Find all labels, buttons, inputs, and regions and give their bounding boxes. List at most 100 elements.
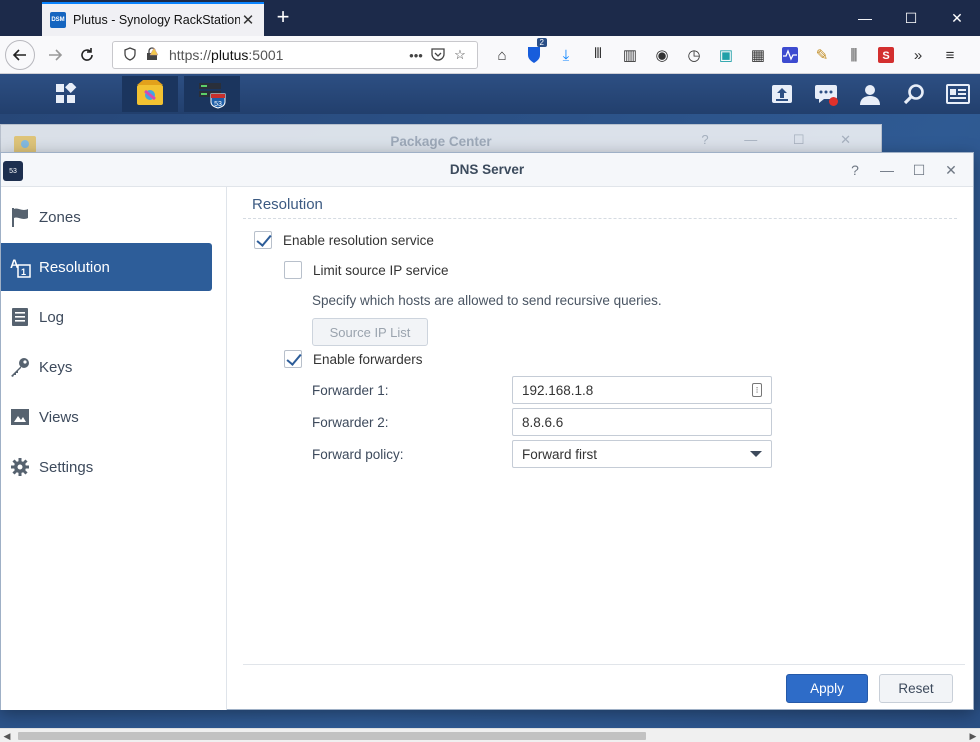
forwarder1-input[interactable]: 192.168.1.8 ⁝	[512, 376, 772, 404]
fence-extension-icon[interactable]: ⫼	[838, 42, 870, 68]
maximize-button[interactable]: ☐	[903, 157, 935, 183]
edit-extension-icon[interactable]: ✎	[806, 42, 838, 68]
sidebar-item-views[interactable]: Views	[1, 393, 212, 441]
dns-window-header[interactable]: 53 DNS Server ? — ☐ ✕	[1, 153, 973, 187]
tab-close-icon[interactable]: ✕	[240, 11, 256, 29]
sidebar-item-settings[interactable]: Settings	[1, 443, 212, 491]
resolution-icon: A1	[9, 256, 31, 278]
chevron-down-icon[interactable]	[750, 451, 762, 457]
browser-tab-strip: DSM Plutus - Synology RackStation ✕ + — …	[0, 0, 980, 36]
forward-policy-select[interactable]: Forward first	[512, 440, 772, 468]
apply-button[interactable]: Apply	[786, 674, 868, 703]
views-icon	[9, 406, 31, 428]
url-bar[interactable]: https://plutus:5001 ••• ☆	[112, 41, 478, 69]
source-ip-list-button[interactable]: Source IP List	[312, 318, 428, 346]
log-icon	[9, 306, 31, 328]
forward-button[interactable]	[40, 40, 70, 70]
downloads-icon[interactable]: ⤓	[550, 42, 582, 68]
home-icon[interactable]: ⌂	[486, 42, 518, 68]
bookmark-star-icon[interactable]: ☆	[449, 47, 471, 63]
s-extension-icon[interactable]: S	[870, 42, 902, 68]
scroll-right-icon[interactable]: ▶	[966, 729, 980, 742]
main-menu-button[interactable]	[28, 76, 104, 112]
package-center-taskbar-button[interactable]	[122, 76, 178, 112]
help-button[interactable]: ?	[839, 157, 871, 183]
new-tab-button[interactable]: +	[272, 6, 294, 28]
notification-icon[interactable]	[804, 76, 848, 112]
dsm-taskbar: 53	[0, 74, 980, 114]
dsm-favicon-icon: DSM	[50, 12, 66, 28]
enable-forwarders-checkbox[interactable]	[284, 350, 302, 368]
enable-forwarders-label: Enable forwarders	[313, 351, 423, 367]
back-button[interactable]	[5, 40, 35, 70]
dsm-system-tray	[760, 76, 980, 112]
svg-text:S: S	[882, 50, 889, 62]
scroll-left-icon[interactable]: ◀	[0, 729, 14, 742]
sidebar-item-log[interactable]: Log	[1, 293, 212, 341]
sidebar-item-label: Log	[39, 308, 65, 326]
hamburger-menu-icon[interactable]: ≡	[934, 42, 966, 68]
save-extension-icon[interactable]: ▣	[710, 42, 742, 68]
forwarder2-input[interactable]: 8.8.6.6	[512, 408, 772, 436]
library-icon[interactable]: 𝍫	[582, 42, 614, 68]
window-maximize-button[interactable]: ☐	[888, 0, 934, 36]
forwarder1-label: Forwarder 1:	[312, 383, 389, 398]
window-close-button[interactable]: ✕	[934, 0, 980, 36]
history-icon[interactable]: ◷	[678, 42, 710, 68]
back-arrow-icon	[12, 49, 26, 61]
widgets-icon[interactable]	[936, 76, 980, 112]
forwarder2-label: Forwarder 2:	[312, 415, 389, 430]
minimize-button[interactable]: —	[871, 157, 903, 183]
apps-extension-icon[interactable]: ▦	[742, 42, 774, 68]
section-title: Resolution	[252, 196, 323, 213]
shield-icon[interactable]	[119, 46, 141, 64]
enable-forwarders-row[interactable]: Enable forwarders	[284, 350, 423, 368]
upload-queue-icon[interactable]	[760, 76, 804, 112]
reset-button[interactable]: Reset	[879, 674, 953, 703]
package-center-controls[interactable]: ? — ☐ ✕	[701, 132, 867, 148]
enable-resolution-checkbox[interactable]	[254, 231, 272, 249]
flag-icon	[9, 206, 31, 228]
limit-source-ip-row[interactable]: Limit source IP service	[284, 261, 449, 279]
search-icon[interactable]	[892, 76, 936, 112]
page-actions-icon[interactable]: •••	[405, 48, 427, 63]
horizontal-scrollbar[interactable]: ◀ ▶	[0, 728, 980, 742]
window-minimize-button[interactable]: —	[842, 0, 888, 36]
browser-tab[interactable]: DSM Plutus - Synology RackStation ✕	[42, 2, 264, 36]
pocket-icon[interactable]	[427, 47, 449, 64]
overflow-chevron-icon[interactable]: »	[902, 42, 934, 68]
gear-icon	[9, 456, 31, 478]
package-center-icon	[137, 80, 163, 105]
recursive-query-description: Specify which hosts are allowed to send …	[312, 293, 662, 308]
sidebar-item-label: Zones	[39, 208, 81, 226]
footer-divider	[243, 664, 965, 665]
svg-text:53: 53	[214, 101, 222, 108]
bitwarden-extension-icon[interactable]: 2	[518, 38, 550, 68]
sidebar-item-zones[interactable]: Zones	[1, 193, 212, 241]
reload-button[interactable]	[72, 40, 102, 70]
dns-server-taskbar-button[interactable]: 53	[184, 76, 240, 112]
close-button[interactable]: ✕	[935, 157, 967, 183]
sidebar-item-keys[interactable]: Keys	[1, 343, 212, 391]
account-icon[interactable]: ◉	[646, 42, 678, 68]
password-manager-icon[interactable]: ⁝	[752, 383, 762, 397]
sidebar-item-label: Resolution	[39, 258, 110, 276]
scrollbar-thumb[interactable]	[18, 732, 646, 740]
sidebar-icon[interactable]: ▥	[614, 42, 646, 68]
window-title: DNS Server	[449, 162, 525, 177]
insecure-lock-icon[interactable]	[141, 46, 163, 64]
forwarder1-value: 192.168.1.8	[522, 382, 594, 398]
dns-window-controls: ? — ☐ ✕	[839, 157, 967, 183]
user-icon[interactable]	[848, 76, 892, 112]
forward-arrow-icon	[49, 49, 63, 61]
window-controls: — ☐ ✕	[842, 0, 980, 36]
sidebar-item-resolution[interactable]: A1 Resolution	[1, 243, 212, 291]
svg-text:1: 1	[21, 267, 26, 277]
browser-nav-bar: https://plutus:5001 ••• ☆ ⌂ 2 ⤓ 𝍫 ▥ ◉ ◷ …	[0, 36, 980, 74]
monitor-extension-icon[interactable]	[774, 42, 806, 68]
sidebar-item-label: Settings	[39, 458, 94, 476]
sidebar-item-label: Views	[39, 408, 79, 426]
enable-resolution-label: Enable resolution service	[283, 232, 434, 248]
enable-resolution-row[interactable]: Enable resolution service	[254, 231, 434, 249]
limit-source-ip-checkbox[interactable]	[284, 261, 302, 279]
